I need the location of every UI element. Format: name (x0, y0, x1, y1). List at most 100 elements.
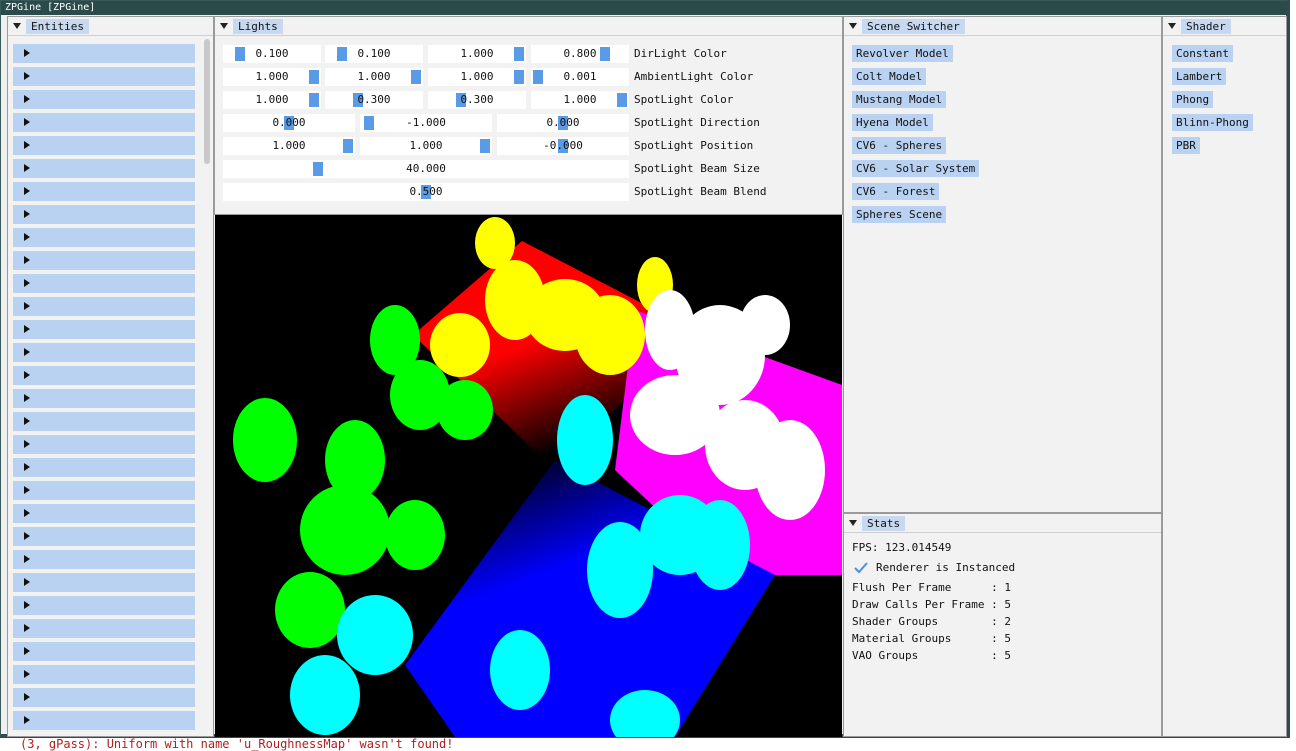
scene-button-cv6-solar[interactable]: CV6 - Solar System (852, 160, 980, 177)
dirlight-color-b-slider[interactable]: 1.000 (428, 45, 526, 63)
expand-arrow-icon[interactable] (24, 624, 30, 632)
scene-button-revolver[interactable]: Revolver Model (852, 45, 953, 62)
spotlight-beam-size-slider[interactable]: 40.000 (223, 160, 629, 178)
spotlight-direction-x-slider[interactable]: 0.000 (223, 114, 355, 132)
slider-grab[interactable] (514, 47, 524, 61)
slider-grab[interactable] (364, 116, 374, 130)
expand-arrow-icon[interactable] (24, 187, 30, 195)
collapse-arrow-icon[interactable] (220, 23, 228, 29)
expand-arrow-icon[interactable] (24, 256, 30, 264)
spotlight-direction-y-slider[interactable]: -1.000 (360, 114, 492, 132)
entity-row[interactable] (13, 205, 195, 224)
collapse-arrow-icon[interactable] (1168, 23, 1176, 29)
entity-row[interactable] (13, 619, 195, 638)
entity-row[interactable] (13, 274, 195, 293)
spotlight-position-x-slider[interactable]: 1.000 (223, 137, 355, 155)
expand-arrow-icon[interactable] (24, 440, 30, 448)
expand-arrow-icon[interactable] (24, 716, 30, 724)
entity-row[interactable] (13, 182, 195, 201)
entity-row[interactable] (13, 573, 195, 592)
entity-row[interactable] (13, 320, 195, 339)
shader-button-pbr[interactable]: PBR (1172, 137, 1200, 154)
expand-arrow-icon[interactable] (24, 118, 30, 126)
expand-arrow-icon[interactable] (24, 371, 30, 379)
slider-grab[interactable] (480, 139, 490, 153)
collapse-arrow-icon[interactable] (13, 23, 21, 29)
spotlight-position-z-slider[interactable]: -0.000 (497, 137, 629, 155)
expand-arrow-icon[interactable] (24, 164, 30, 172)
expand-arrow-icon[interactable] (24, 210, 30, 218)
ambient-color-g-slider[interactable]: 1.000 (325, 68, 423, 86)
shader-button-lambert[interactable]: Lambert (1172, 68, 1227, 85)
entity-row[interactable] (13, 67, 195, 86)
entity-row[interactable] (13, 251, 195, 270)
slider-grab[interactable] (411, 70, 421, 84)
entity-row[interactable] (13, 159, 195, 178)
entity-row[interactable] (13, 458, 195, 477)
expand-arrow-icon[interactable] (24, 302, 30, 310)
entity-row[interactable] (13, 412, 195, 431)
shader-button-blinn-phong[interactable]: Blinn-Phong (1172, 114, 1253, 131)
slider-grab[interactable] (313, 162, 323, 176)
expand-arrow-icon[interactable] (24, 509, 30, 517)
entity-row[interactable] (13, 113, 195, 132)
expand-arrow-icon[interactable] (24, 555, 30, 563)
expand-arrow-icon[interactable] (24, 647, 30, 655)
expand-arrow-icon[interactable] (24, 578, 30, 586)
expand-arrow-icon[interactable] (24, 670, 30, 678)
spotlight-color-r-slider[interactable]: 1.000 (223, 91, 321, 109)
stats-header[interactable]: Stats (844, 514, 1161, 533)
slider-grab[interactable] (343, 139, 353, 153)
shader-header[interactable]: Shader (1163, 17, 1286, 36)
entity-row[interactable] (13, 596, 195, 615)
expand-arrow-icon[interactable] (24, 417, 30, 425)
scene-button-colt[interactable]: Colt Model (852, 68, 927, 85)
expand-arrow-icon[interactable] (24, 325, 30, 333)
ambient-color-r-slider[interactable]: 1.000 (223, 68, 321, 86)
dirlight-color-g-slider[interactable]: 0.100 (325, 45, 423, 63)
entity-row[interactable] (13, 366, 195, 385)
entity-row[interactable] (13, 44, 195, 63)
entity-row[interactable] (13, 711, 195, 730)
entity-row[interactable] (13, 228, 195, 247)
entity-row[interactable] (13, 297, 195, 316)
slider-grab[interactable] (600, 47, 610, 61)
scene-button-spheres[interactable]: Spheres Scene (852, 206, 947, 223)
expand-arrow-icon[interactable] (24, 95, 30, 103)
scene-switcher-header[interactable]: Scene Switcher (844, 17, 1161, 36)
spotlight-direction-z-slider[interactable]: 0.000 (497, 114, 629, 132)
dirlight-color-a-slider[interactable]: 0.800 (531, 45, 629, 63)
expand-arrow-icon[interactable] (24, 532, 30, 540)
expand-arrow-icon[interactable] (24, 394, 30, 402)
entity-row[interactable] (13, 435, 195, 454)
scene-button-cv6-spheres[interactable]: CV6 - Spheres (852, 137, 947, 154)
entity-row[interactable] (13, 481, 195, 500)
slider-grab[interactable] (309, 93, 319, 107)
expand-arrow-icon[interactable] (24, 601, 30, 609)
scene-button-cv6-forest[interactable]: CV6 - Forest (852, 183, 940, 200)
spotlight-color-g-slider[interactable]: 0.300 (325, 91, 423, 109)
scene-viewport[interactable] (215, 215, 842, 737)
expand-arrow-icon[interactable] (24, 348, 30, 356)
spotlight-color-a-slider[interactable]: 1.000 (531, 91, 629, 109)
scene-button-mustang[interactable]: Mustang Model (852, 91, 947, 108)
expand-arrow-icon[interactable] (24, 279, 30, 287)
entity-row[interactable] (13, 136, 195, 155)
spotlight-beam-blend-slider[interactable]: 0.500 (223, 183, 629, 201)
expand-arrow-icon[interactable] (24, 233, 30, 241)
entity-row[interactable] (13, 389, 195, 408)
expand-arrow-icon[interactable] (24, 72, 30, 80)
slider-grab[interactable] (337, 47, 347, 61)
expand-arrow-icon[interactable] (24, 49, 30, 57)
entity-row[interactable] (13, 642, 195, 661)
ambient-color-a-slider[interactable]: 0.001 (531, 68, 629, 86)
entities-header[interactable]: Entities (8, 17, 213, 36)
lights-header[interactable]: Lights (215, 17, 842, 36)
expand-arrow-icon[interactable] (24, 463, 30, 471)
entity-row[interactable] (13, 665, 195, 684)
entity-row[interactable] (13, 527, 195, 546)
scene-button-hyena[interactable]: Hyena Model (852, 114, 933, 131)
spotlight-color-b-slider[interactable]: 0.300 (428, 91, 526, 109)
entities-scrollbar[interactable] (204, 39, 210, 164)
slider-grab[interactable] (533, 70, 543, 84)
